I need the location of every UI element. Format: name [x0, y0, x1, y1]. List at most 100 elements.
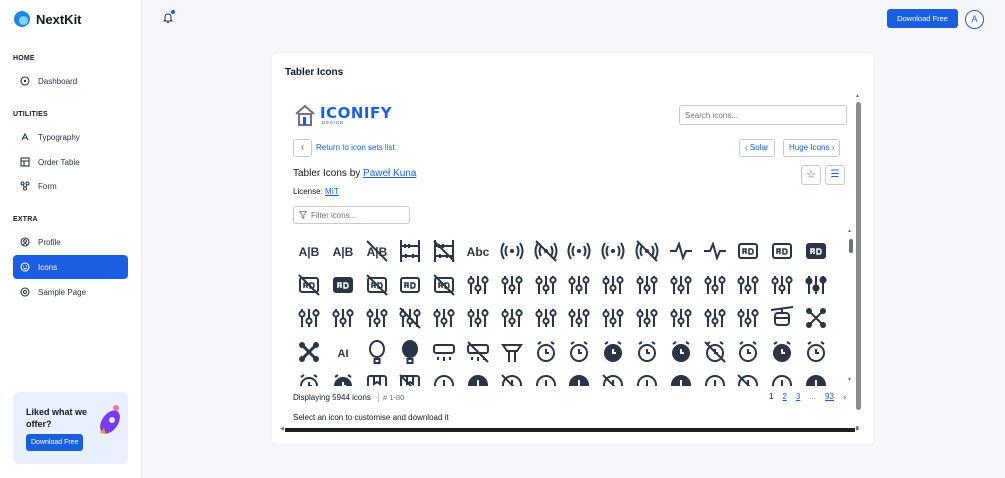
icon-album[interactable] — [362, 370, 392, 386]
horizontal-scrollbar[interactable] — [285, 428, 855, 432]
sidebar-item-icons[interactable]: Icons — [13, 255, 128, 279]
icon-alarm-snooze[interactable] — [294, 370, 324, 386]
icon-a-b-2[interactable]: A|B — [328, 236, 358, 266]
icon-adjustments-off[interactable] — [395, 303, 425, 333]
icon-alarm-plus-filled[interactable] — [767, 337, 797, 367]
scroll-up-icon[interactable]: ▲ — [847, 228, 852, 234]
icon-alarm-plus[interactable] — [733, 337, 763, 367]
icon-adjustments-up[interactable] — [700, 303, 730, 333]
page-last[interactable]: 93 — [825, 392, 834, 402]
icon-alert-circle[interactable] — [429, 370, 459, 386]
icon-adjustments-pin[interactable] — [463, 303, 493, 333]
icon-access-point-off[interactable] — [531, 236, 561, 266]
icon-alarm-minus-filled[interactable] — [666, 337, 696, 367]
icon-adjustments-x[interactable] — [733, 303, 763, 333]
icon-alert-small-off[interactable] — [733, 370, 763, 386]
icon-adjustments-exclamation[interactable] — [767, 270, 797, 300]
icon-aerial-lift[interactable] — [767, 303, 797, 333]
author-link[interactable]: Paweł Kuna — [363, 168, 416, 179]
icon-grid-scrollbar[interactable] — [849, 239, 853, 253]
icon-album-off[interactable] — [395, 370, 425, 386]
icon-alarm-off[interactable] — [700, 337, 730, 367]
icon-air-conditioning-disabled[interactable] — [463, 337, 493, 367]
icon-adjustments-alt[interactable] — [497, 270, 527, 300]
icon-air-traffic-control[interactable] — [497, 337, 527, 367]
icon-alert-hexagon[interactable] — [531, 370, 561, 386]
icon-alert-hexagon-off[interactable] — [598, 370, 628, 386]
search-input[interactable] — [679, 105, 847, 125]
hscroll-left-icon[interactable]: ◀ — [280, 426, 284, 432]
return-link[interactable]: Return to icon sets list — [316, 143, 395, 152]
page-3[interactable]: 3 — [796, 392, 800, 402]
icon-air-balloon-filled[interactable] — [395, 337, 425, 367]
icon-adjustments-horizontal[interactable] — [328, 303, 358, 333]
icon-alarm-snooze-filled[interactable] — [328, 370, 358, 386]
icon-alarm[interactable] — [531, 337, 561, 367]
icon-adjustments-cog[interactable] — [666, 270, 696, 300]
scroll-down-icon[interactable]: ▼ — [847, 377, 852, 383]
icon-adjustments-search[interactable] — [564, 303, 594, 333]
page-1[interactable]: 1 — [769, 392, 773, 402]
icon-ad[interactable] — [733, 236, 763, 266]
icon-alert-circle-off[interactable] — [497, 370, 527, 386]
icon-ad-filled[interactable] — [328, 270, 358, 300]
icon-ad-circle-filled[interactable] — [801, 236, 831, 266]
icon-a-b-off[interactable]: A|B — [362, 236, 392, 266]
icon-adjustments[interactable] — [463, 270, 493, 300]
icon-abacus[interactable] — [395, 236, 425, 266]
icon-abacus-off[interactable] — [429, 236, 459, 266]
sidebar-item-profile[interactable]: Profile — [13, 230, 128, 254]
icon-ad-off[interactable] — [362, 270, 392, 300]
icon-air-conditioning[interactable] — [429, 337, 459, 367]
sidebar-item-dashboard[interactable]: Dashboard — [13, 69, 128, 93]
icon-accessible[interactable] — [564, 236, 594, 266]
icon-activity-heartbeat[interactable] — [700, 236, 730, 266]
filter-input[interactable]: Filter icons... — [293, 206, 410, 224]
iconify-logo[interactable]: ICONIFY .DESIGN — [294, 102, 392, 128]
icon-alarm-minus[interactable] — [632, 337, 662, 367]
sidebar-item-typography[interactable]: Typography — [13, 125, 128, 149]
icon-adjustments-minus[interactable] — [362, 303, 392, 333]
icon-adjustments-share[interactable] — [598, 303, 628, 333]
next-page-icon[interactable]: › — [843, 392, 846, 402]
icon-ad-circle[interactable] — [767, 236, 797, 266]
sidebar-item-sample-page[interactable]: Sample Page — [13, 280, 128, 304]
icon-accessible-filled[interactable] — [598, 236, 628, 266]
icon-adjustments-spark[interactable] — [632, 303, 662, 333]
brand[interactable]: NextKit — [14, 11, 82, 27]
icon-alarm-filled[interactable] — [598, 337, 628, 367]
icon-a-b[interactable]: A|B — [294, 236, 324, 266]
icon-activity[interactable] — [666, 236, 696, 266]
icon-adjustments-pause[interactable] — [429, 303, 459, 333]
icon-address-book[interactable] — [395, 270, 425, 300]
icon-adjustments-check[interactable] — [598, 270, 628, 300]
icon-adjustments-filled[interactable] — [801, 270, 831, 300]
icon-alarm-smoke[interactable] — [801, 337, 831, 367]
icon-alert-small[interactable] — [700, 370, 730, 386]
icon-alert-square[interactable] — [767, 370, 797, 386]
icon-alert-square-filled[interactable] — [801, 370, 831, 386]
outer-scrollbar[interactable] — [856, 102, 861, 410]
next-set-button[interactable]: Huge Icons › — [783, 139, 841, 157]
icon-adjustments-question[interactable] — [531, 303, 561, 333]
header-download-button[interactable]: Download Free — [887, 9, 958, 28]
promo-download-button[interactable]: Download Free — [26, 434, 84, 451]
page-2[interactable]: 2 — [782, 392, 786, 402]
icon-accessible-off[interactable] — [632, 236, 662, 266]
sidebar-item-order-table[interactable]: Order Table — [13, 150, 128, 174]
avatar[interactable]: A — [965, 10, 984, 29]
icon-alert-circle-filled[interactable] — [463, 370, 493, 386]
icon-alarm-average[interactable] — [564, 337, 594, 367]
icon-adjustments-code[interactable] — [632, 270, 662, 300]
icon-adjustments-plus[interactable] — [497, 303, 527, 333]
icon-access-point[interactable] — [497, 236, 527, 266]
hscroll-right-icon[interactable]: ▶ — [856, 426, 860, 432]
icon-ai[interactable]: AI — [328, 337, 358, 367]
icon-abc[interactable]: Abc — [463, 236, 493, 266]
icon-adjustments-dollar[interactable] — [700, 270, 730, 300]
icon-affiliate-filled[interactable] — [294, 337, 324, 367]
back-button[interactable]: ‹ — [293, 139, 312, 157]
list-button[interactable]: ☰ — [825, 165, 845, 185]
icon-address-book-off[interactable] — [429, 270, 459, 300]
icon-affiliate[interactable] — [801, 303, 831, 333]
